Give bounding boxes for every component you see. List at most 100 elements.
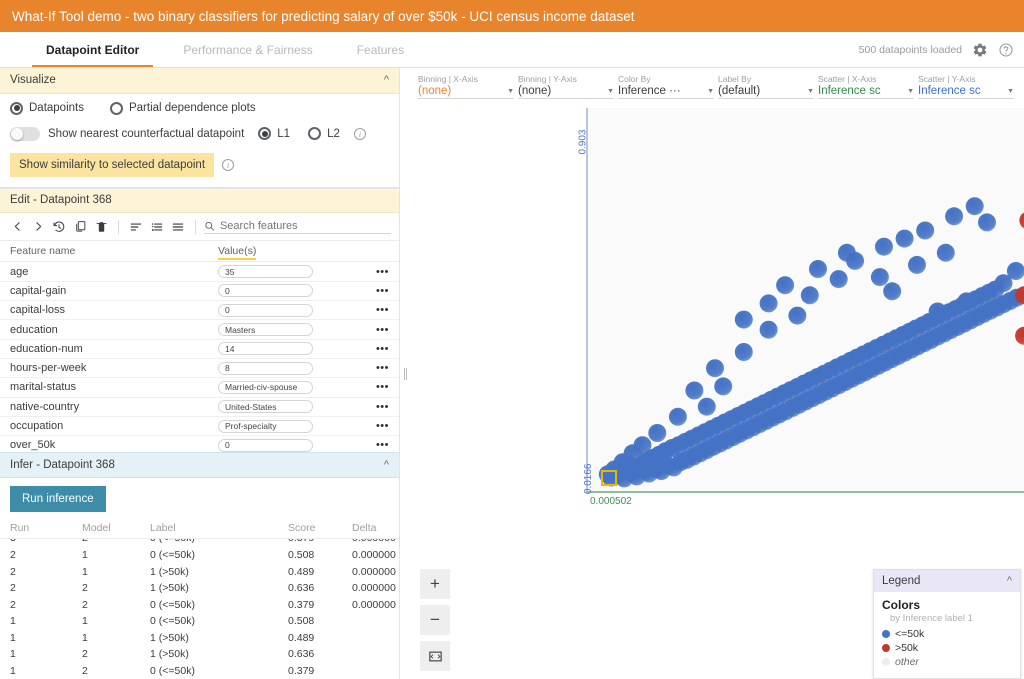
scatter-point[interactable]: [788, 306, 807, 325]
scatter-point[interactable]: [734, 310, 753, 329]
feature-row[interactable]: marital-status Married-civ-spouse •••: [0, 378, 399, 398]
scatter-point[interactable]: [908, 255, 926, 274]
more-options-icon[interactable]: •••: [376, 343, 389, 355]
feature-value-input[interactable]: 0: [218, 284, 313, 298]
more-options-icon[interactable]: •••: [376, 401, 389, 413]
zoom-in-button[interactable]: +: [420, 569, 450, 599]
scatter-point[interactable]: [706, 359, 724, 378]
chevron-down-icon[interactable]: ▼: [1007, 88, 1014, 95]
search-features-wrapper[interactable]: [204, 219, 391, 234]
gear-icon[interactable]: [972, 42, 988, 58]
chevron-down-icon[interactable]: ▼: [507, 88, 514, 95]
feature-row[interactable]: capital-loss 0 •••: [0, 301, 399, 321]
reset-zoom-button[interactable]: [420, 641, 450, 671]
more-options-icon[interactable]: •••: [376, 420, 389, 432]
control-select[interactable]: Inference sc ▼: [918, 85, 1014, 99]
control-select[interactable]: Inference ··· ▼: [618, 85, 714, 99]
control-select[interactable]: Inference sc ▼: [818, 85, 914, 99]
scatter-point[interactable]: [800, 286, 819, 305]
more-options-icon[interactable]: •••: [376, 362, 389, 374]
feature-value-input[interactable]: 8: [218, 361, 313, 375]
feature-row[interactable]: education Masters •••: [0, 320, 399, 340]
radio-partial-dependence-plots[interactable]: Partial dependence plots: [109, 101, 256, 115]
feature-row[interactable]: occupation Prof-specialty •••: [0, 417, 399, 437]
feature-row[interactable]: hours-per-week 8 •••: [0, 359, 399, 379]
edit-panel-header[interactable]: Edit - Datapoint 368: [0, 187, 399, 214]
chevron-down-icon[interactable]: ▼: [607, 88, 614, 95]
scatter-point[interactable]: [895, 229, 914, 248]
scatter-point[interactable]: [945, 207, 964, 226]
control-select[interactable]: (none) ▼: [518, 85, 614, 99]
radio-l1[interactable]: L1: [258, 127, 290, 141]
run-inference-button[interactable]: Run inference: [10, 486, 106, 513]
scatter-point[interactable]: [697, 397, 716, 416]
more-options-icon[interactable]: •••: [376, 324, 389, 336]
help-circle-icon[interactable]: [998, 42, 1014, 58]
feature-value-input[interactable]: 14: [218, 342, 313, 356]
radio-l2[interactable]: L2: [308, 127, 340, 141]
search-input[interactable]: [219, 219, 391, 232]
scatter-point[interactable]: [965, 197, 984, 216]
chevron-down-icon[interactable]: ▼: [907, 88, 914, 95]
chevron-up-icon[interactable]: ^: [384, 74, 389, 86]
more-options-icon[interactable]: •••: [376, 304, 389, 316]
scatter-point[interactable]: [936, 243, 955, 262]
scatter-point[interactable]: [648, 424, 667, 442]
feature-value-input[interactable]: United-States: [218, 400, 313, 414]
feature-value-input[interactable]: Prof-specialty: [218, 419, 313, 433]
scatter-point[interactable]: [714, 377, 733, 396]
radio-datapoints[interactable]: Datapoints: [10, 101, 84, 115]
legend-item[interactable]: <=50k: [882, 628, 1012, 640]
more-options-icon[interactable]: •••: [376, 439, 389, 451]
sort-short-icon[interactable]: [127, 218, 145, 236]
feature-row[interactable]: capital-gain 0 •••: [0, 282, 399, 302]
counterfactual-toggle[interactable]: [10, 126, 40, 141]
scatter-point[interactable]: [875, 237, 893, 256]
scatter-point[interactable]: [668, 407, 687, 426]
scatter-point[interactable]: [978, 213, 996, 232]
scatter-point[interactable]: [685, 381, 704, 400]
more-options-icon[interactable]: •••: [376, 266, 389, 278]
legend-item[interactable]: other: [882, 656, 1012, 668]
sort-numeric-icon[interactable]: [148, 218, 166, 236]
scatter-point[interactable]: [759, 320, 778, 339]
chevron-left-icon[interactable]: [8, 218, 26, 236]
chevron-right-icon[interactable]: [29, 218, 47, 236]
zoom-out-button[interactable]: −: [420, 605, 450, 635]
info-icon[interactable]: i: [353, 127, 366, 140]
scatter-point[interactable]: [776, 276, 795, 295]
scatter-point[interactable]: [759, 294, 778, 313]
trash-icon[interactable]: [92, 218, 110, 236]
legend-item[interactable]: >50k: [882, 642, 1012, 654]
show-similarity-button[interactable]: Show similarity to selected datapoint: [10, 152, 215, 177]
sort-list-icon[interactable]: [169, 218, 187, 236]
history-revert-icon[interactable]: [50, 218, 68, 236]
feature-value-input[interactable]: Married-civ-spouse: [218, 380, 313, 394]
scatter-point[interactable]: [957, 292, 976, 311]
scatter-point[interactable]: [1015, 326, 1024, 345]
copy-icon[interactable]: [71, 218, 89, 236]
feature-value-input[interactable]: 0: [218, 438, 313, 452]
scatter-point[interactable]: [883, 282, 902, 301]
control-select[interactable]: (none) ▼: [418, 85, 514, 99]
feature-value-input[interactable]: 0: [218, 303, 313, 317]
chevron-up-icon[interactable]: ^: [384, 459, 389, 471]
infer-panel-header[interactable]: Infer - Datapoint 368 ^: [0, 452, 399, 479]
feature-row[interactable]: age 35 •••: [0, 262, 399, 282]
scatter-point[interactable]: [916, 221, 935, 240]
scatter-point[interactable]: [1019, 211, 1024, 229]
selected-datapoint-marker[interactable]: [601, 470, 618, 487]
control-select[interactable]: (default) ▼: [718, 85, 814, 99]
tab-datapoint-editor[interactable]: Datapoint Editor: [24, 32, 161, 67]
feature-row[interactable]: education-num 14 •••: [0, 340, 399, 359]
scatter-point[interactable]: [829, 270, 848, 289]
scatter-point[interactable]: [734, 343, 753, 361]
info-icon[interactable]: i: [222, 158, 235, 171]
tab-performance-fairness[interactable]: Performance & Fairness: [161, 32, 334, 67]
more-options-icon[interactable]: •••: [376, 381, 389, 393]
scatter-point[interactable]: [928, 302, 947, 321]
scatter-points[interactable]: [588, 108, 1024, 493]
chevron-up-icon[interactable]: ^: [1007, 575, 1012, 587]
scatter-point[interactable]: [809, 260, 827, 278]
scatter-point[interactable]: [870, 268, 889, 287]
